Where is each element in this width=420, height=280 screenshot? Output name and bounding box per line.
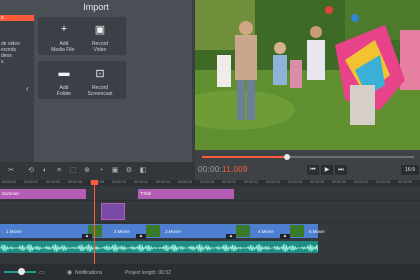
- record-screencast-label: Record Screencast: [87, 85, 113, 97]
- play-button[interactable]: ▶: [321, 165, 333, 175]
- ruler-tick-label: 00:00:34: [376, 180, 390, 184]
- ruler-tick-label: 00:00:16: [178, 180, 192, 184]
- video-clip-label: 3.Movie: [165, 229, 181, 234]
- aspect-ratio-button[interactable]: 16:9: [401, 165, 419, 175]
- ruler-tick-label: 00:00:06: [68, 180, 82, 184]
- fit-timeline-icon[interactable]: ▭: [39, 269, 45, 276]
- video-clip-label: 4.Movie: [258, 229, 274, 234]
- title-clip[interactable]: TTitle: [138, 189, 234, 199]
- ruler-tick-label: 00:00:32: [354, 180, 368, 184]
- collapse-chevron-icon[interactable]: ‹: [26, 84, 29, 93]
- preview-frame-image: [195, 0, 420, 150]
- properties-icon[interactable]: ≡: [54, 166, 64, 176]
- video-clip-label: 1.Movie: [6, 229, 22, 234]
- video-camera-icon: ▣: [94, 24, 106, 36]
- ruler-tick-label: 00:00:28: [310, 180, 324, 184]
- import-panel-title: Import: [83, 2, 109, 12]
- record-video-button[interactable]: ▣ Record Video: [74, 17, 126, 55]
- crop-icon[interactable]: ⬚: [68, 166, 78, 176]
- import-category-item[interactable]: s: [0, 15, 34, 21]
- screen-record-icon: ⊡: [95, 68, 105, 80]
- track-divider: [0, 200, 420, 201]
- project-length: Project length: 00:32: [125, 270, 171, 276]
- clip-thumbnail: [236, 225, 250, 237]
- previous-frame-button[interactable]: ⏮: [307, 165, 319, 175]
- overlay-icon[interactable]: ▣: [110, 166, 120, 176]
- playback-progress-fill: [202, 156, 287, 158]
- clip-thumbnail: [146, 225, 160, 237]
- cut-icon[interactable]: ✂: [6, 166, 16, 176]
- timecode-prefix: 00:00:: [198, 165, 223, 174]
- status-bar: [0, 264, 420, 280]
- transition-marker[interactable]: ◆: [280, 234, 290, 239]
- ruler-tick-label: 00:00:04: [46, 180, 60, 184]
- track-divider: [0, 222, 420, 223]
- clip-thumbnail: [290, 225, 304, 237]
- ruler-tick-label: 00:00:14: [156, 180, 170, 184]
- ruler-tick-label: 00:00:26: [288, 180, 302, 184]
- timecode-display: 00:00:11.009: [198, 165, 248, 174]
- marker-icon[interactable]: ◧: [138, 166, 148, 176]
- color-adjust-icon[interactable]: ◐: [40, 166, 50, 176]
- transition-marker[interactable]: ◆: [82, 234, 92, 239]
- record-video-label: Record Video: [91, 41, 109, 53]
- playback-progress-handle[interactable]: [283, 154, 290, 160]
- add-icon[interactable]: ⊕: [82, 166, 92, 176]
- ruler-tick-label: 00:00:18: [200, 180, 214, 184]
- import-category-item[interactable]: s: [0, 59, 34, 65]
- speed-icon[interactable]: ◔: [96, 166, 106, 176]
- ruler-tick-label: 00:00:02: [24, 180, 38, 184]
- audio-track[interactable]: [0, 241, 318, 253]
- notifications-icon[interactable]: ◉: [67, 269, 72, 276]
- video-clip-label: 2.Movie: [114, 229, 130, 234]
- audio-waveform: [0, 243, 318, 253]
- timecode-current: 11.009: [222, 165, 248, 174]
- title-clip[interactable]: Summer: [0, 189, 86, 199]
- title-clip-label: Summer: [2, 191, 20, 196]
- settings-icon[interactable]: ⚙: [124, 166, 134, 176]
- video-clip-label: 5.Movie: [309, 229, 325, 234]
- ruler-tick-label: 00:00:12: [134, 180, 148, 184]
- playhead[interactable]: [94, 180, 95, 264]
- rotate-icon[interactable]: ⟲: [26, 166, 36, 176]
- next-frame-button[interactable]: ⏭: [335, 165, 347, 175]
- playhead-handle[interactable]: [91, 180, 98, 185]
- ruler-tick-label: 00:00:20: [222, 180, 236, 184]
- record-screencast-button[interactable]: ⊡ Record Screencast: [74, 61, 126, 99]
- video-preview: [195, 0, 420, 150]
- ruler-tick-label: 00:00:22: [244, 180, 258, 184]
- zoom-slider-handle[interactable]: [18, 268, 25, 275]
- notifications-link[interactable]: Notifications: [75, 270, 102, 276]
- ruler-tick-label: 00:00:36: [398, 180, 412, 184]
- overlay-clip[interactable]: [101, 203, 125, 220]
- title-clip-label: TTitle: [140, 191, 152, 196]
- ruler-tick-label: 00:00:00: [2, 180, 16, 184]
- ruler-tick-label: 00:00:24: [266, 180, 280, 184]
- title-clip-text: Title: [142, 191, 152, 196]
- transition-marker[interactable]: ◆: [136, 234, 146, 239]
- transition-marker[interactable]: ◆: [226, 234, 236, 239]
- ruler-tick-label: 00:00:30: [332, 180, 346, 184]
- ruler-tick-label: 00:00:10: [112, 180, 126, 184]
